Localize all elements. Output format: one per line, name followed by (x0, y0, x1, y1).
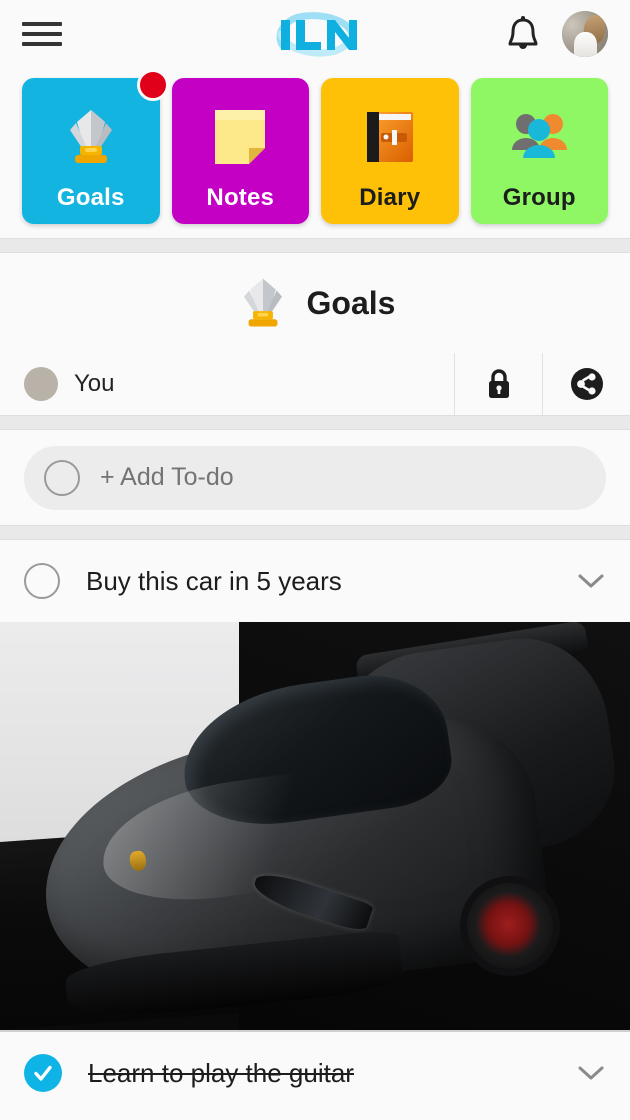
section-divider (0, 415, 630, 430)
section-divider (0, 525, 630, 540)
privacy-lock-button[interactable] (454, 353, 542, 415)
top-bar (0, 0, 630, 68)
trophy-icon (243, 278, 282, 327)
category-card-goals[interactable]: Goals (22, 69, 169, 224)
closed-book-icon (366, 112, 413, 162)
empty-circle-icon (44, 459, 80, 496)
share-icon (570, 368, 603, 400)
page-title: Goals (306, 284, 396, 321)
add-todo-placeholder: + Add To-do (100, 463, 234, 491)
lock-icon (488, 369, 509, 398)
app-root: Goals Notes Diary Group Goals You + Add … (0, 0, 630, 1120)
avatar-body (573, 32, 597, 57)
share-button[interactable] (542, 353, 630, 415)
todo-text: Buy this car in 5 years (86, 565, 342, 596)
category-card-group[interactable]: Group (470, 78, 608, 224)
owner-row: You (0, 353, 630, 415)
add-todo-input[interactable]: + Add To-do (24, 445, 606, 510)
todo-item[interactable]: Learn to play the guitar (0, 1032, 630, 1114)
category-label: Goals (56, 184, 125, 211)
hamburger-bar (22, 32, 62, 36)
logo-iln[interactable] (265, 8, 365, 60)
category-card-notes[interactable]: Notes (171, 78, 309, 224)
sports-car-image (29, 622, 625, 1024)
owner-name: You (74, 370, 115, 397)
bell-icon[interactable] (506, 15, 540, 53)
category-label: Group (502, 184, 576, 211)
section-divider (0, 238, 630, 253)
add-todo-area: + Add To-do (0, 430, 630, 525)
hamburger-menu-icon[interactable] (22, 19, 62, 49)
hamburger-bar (22, 42, 62, 46)
category-card-diary[interactable]: Diary (321, 78, 459, 224)
avatar[interactable] (24, 367, 58, 401)
top-bar-actions (506, 11, 608, 57)
category-label: Notes (206, 184, 275, 211)
trophy-icon (69, 110, 112, 163)
owner-row-actions (454, 353, 630, 415)
todo-text: Learn to play the guitar (88, 1057, 354, 1088)
sticky-note-icon (215, 110, 266, 164)
category-label: Diary (359, 184, 421, 211)
todo-item[interactable]: Buy this car in 5 years (0, 540, 630, 622)
todo-attachment-car-photo[interactable] (0, 622, 630, 1032)
hamburger-bar (22, 22, 62, 26)
avatar[interactable] (562, 11, 608, 57)
car-front-wheel (467, 882, 554, 969)
chevron-down-icon[interactable] (576, 571, 606, 591)
checked-circle-icon[interactable] (24, 1054, 62, 1092)
page-bottom-space (0, 1114, 630, 1120)
people-group-icon (512, 114, 568, 158)
chevron-down-icon[interactable] (576, 1063, 606, 1083)
empty-circle-icon[interactable] (24, 563, 60, 599)
section-header-goals: Goals (0, 253, 630, 353)
category-cards: Goals Notes Diary Group (0, 68, 630, 238)
notification-badge (136, 69, 169, 101)
